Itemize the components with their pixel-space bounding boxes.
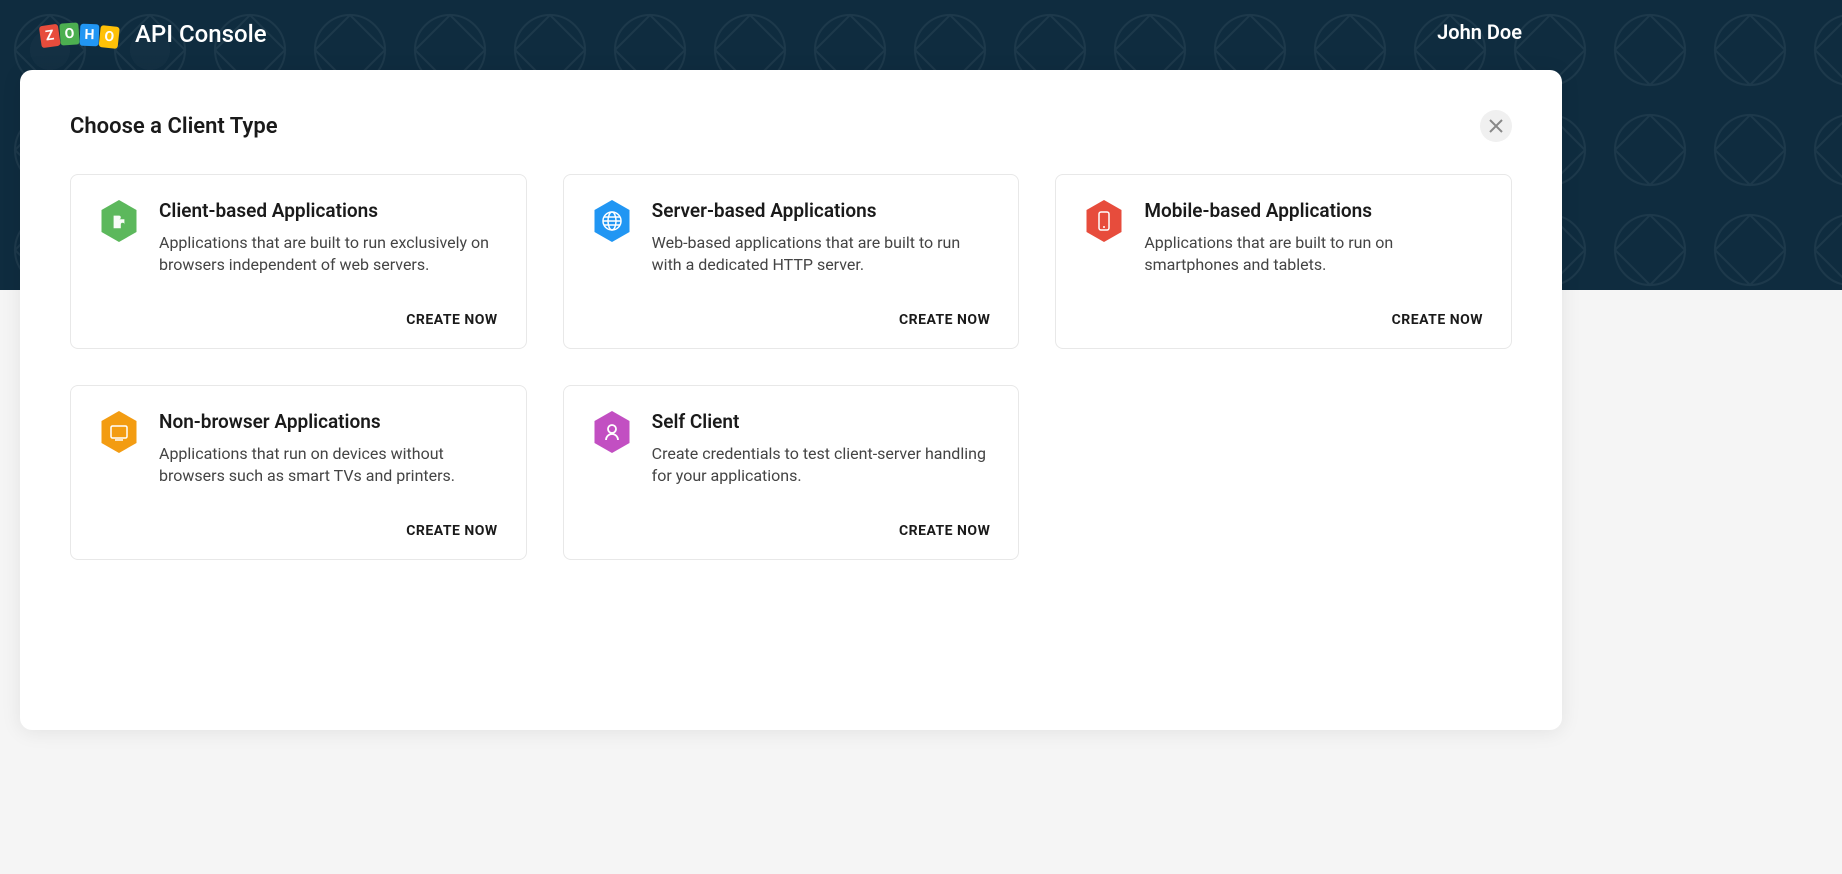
card-description: Web-based applications that are built to…: [652, 232, 991, 277]
close-button[interactable]: [1480, 110, 1512, 142]
client-type-panel: Choose a Client Type Client-based Applic…: [20, 70, 1562, 730]
tv-icon: [99, 410, 139, 454]
card-title: Mobile-based Applications: [1144, 199, 1483, 222]
cards-grid: Client-based Applications Applications t…: [70, 174, 1512, 560]
card-description: Applications that are built to run on sm…: [1144, 232, 1483, 277]
card-description: Applications that are built to run exclu…: [159, 232, 498, 277]
create-now-button[interactable]: CREATE NOW: [99, 523, 498, 539]
panel-header: Choose a Client Type: [70, 110, 1512, 142]
card-content: Client-based Applications Applications t…: [159, 199, 498, 304]
card-content: Server-based Applications Web-based appl…: [652, 199, 991, 304]
logo-tile-h: H: [80, 24, 100, 47]
logo-tile-o: O: [59, 22, 79, 45]
create-now-button[interactable]: CREATE NOW: [592, 523, 991, 539]
card-top: Non-browser Applications Applications th…: [99, 410, 498, 515]
card-top: Self Client Create credentials to test c…: [592, 410, 991, 515]
card-content: Mobile-based Applications Applications t…: [1144, 199, 1483, 304]
card-top: Server-based Applications Web-based appl…: [592, 199, 991, 304]
client-type-card[interactable]: Client-based Applications Applications t…: [70, 174, 527, 349]
card-description: Applications that run on devices without…: [159, 443, 498, 488]
card-top: Mobile-based Applications Applications t…: [1084, 199, 1483, 304]
logo-tile-z: Z: [39, 24, 61, 48]
close-icon: [1489, 119, 1503, 133]
create-now-button[interactable]: CREATE NOW: [592, 312, 991, 328]
client-type-card[interactable]: Self Client Create credentials to test c…: [563, 385, 1020, 560]
puzzle-icon: [99, 199, 139, 243]
logo-tile-o2: O: [99, 25, 120, 49]
globe-icon: [592, 199, 632, 243]
card-title: Client-based Applications: [159, 199, 498, 222]
card-description: Create credentials to test client-server…: [652, 443, 991, 488]
zoho-logo: Z O H O: [40, 23, 119, 45]
card-content: Self Client Create credentials to test c…: [652, 410, 991, 515]
client-type-card[interactable]: Non-browser Applications Applications th…: [70, 385, 527, 560]
mobile-icon: [1084, 199, 1124, 243]
card-content: Non-browser Applications Applications th…: [159, 410, 498, 515]
panel-title: Choose a Client Type: [70, 114, 278, 139]
client-type-card[interactable]: Mobile-based Applications Applications t…: [1055, 174, 1512, 349]
user-name[interactable]: John Doe: [1437, 20, 1802, 44]
create-now-button[interactable]: CREATE NOW: [99, 312, 498, 328]
card-title: Server-based Applications: [652, 199, 991, 222]
person-icon: [592, 410, 632, 454]
card-title: Self Client: [652, 410, 991, 433]
app-title: API Console: [135, 20, 267, 48]
create-now-button[interactable]: CREATE NOW: [1084, 312, 1483, 328]
card-top: Client-based Applications Applications t…: [99, 199, 498, 304]
logo-section: Z O H O API Console: [40, 20, 267, 48]
client-type-card[interactable]: Server-based Applications Web-based appl…: [563, 174, 1020, 349]
card-title: Non-browser Applications: [159, 410, 498, 433]
